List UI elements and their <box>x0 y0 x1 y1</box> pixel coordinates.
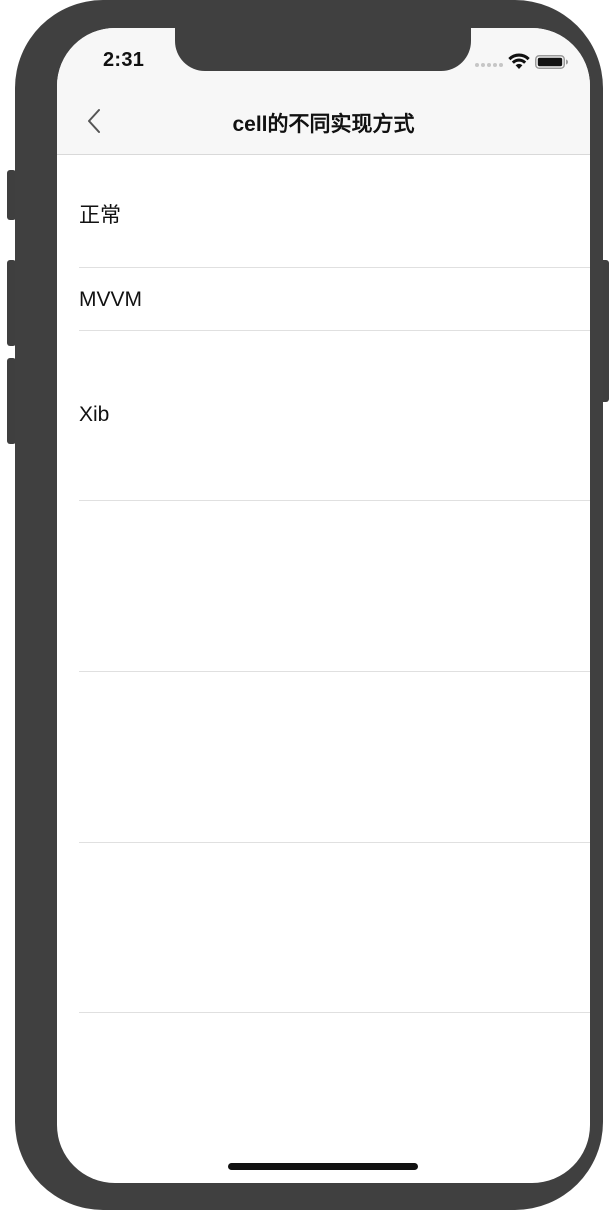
row-label: 正常 <box>79 204 121 227</box>
table-row-empty[interactable] <box>57 843 590 1013</box>
table-row-xib[interactable]: Xib <box>57 331 590 501</box>
status-time: 2:31 <box>103 49 145 71</box>
wifi-icon <box>508 53 530 69</box>
home-indicator[interactable] <box>228 1163 418 1170</box>
page-title: cell的不同实现方式 <box>232 113 415 136</box>
cellular-signal-icon <box>475 63 503 69</box>
row-label: Xib <box>79 403 110 426</box>
phone-screen: 2:31 cell的不同实现方式 正常 MVVM Xib <box>57 28 590 1183</box>
device-notch <box>175 28 471 71</box>
row-separator <box>79 1012 590 1013</box>
table-row-empty[interactable] <box>57 501 590 672</box>
table-row-mvvm[interactable]: MVVM <box>57 268 590 331</box>
table-row-empty[interactable] <box>57 672 590 843</box>
table-row-normal[interactable]: 正常 <box>57 155 590 268</box>
table-view[interactable]: 正常 MVVM Xib <box>57 155 590 1013</box>
navigation-bar: cell的不同实现方式 <box>57 86 590 155</box>
phone-frame: 2:31 cell的不同实现方式 正常 MVVM Xib <box>15 0 603 1210</box>
battery-icon <box>535 55 568 69</box>
row-label: MVVM <box>79 288 142 311</box>
